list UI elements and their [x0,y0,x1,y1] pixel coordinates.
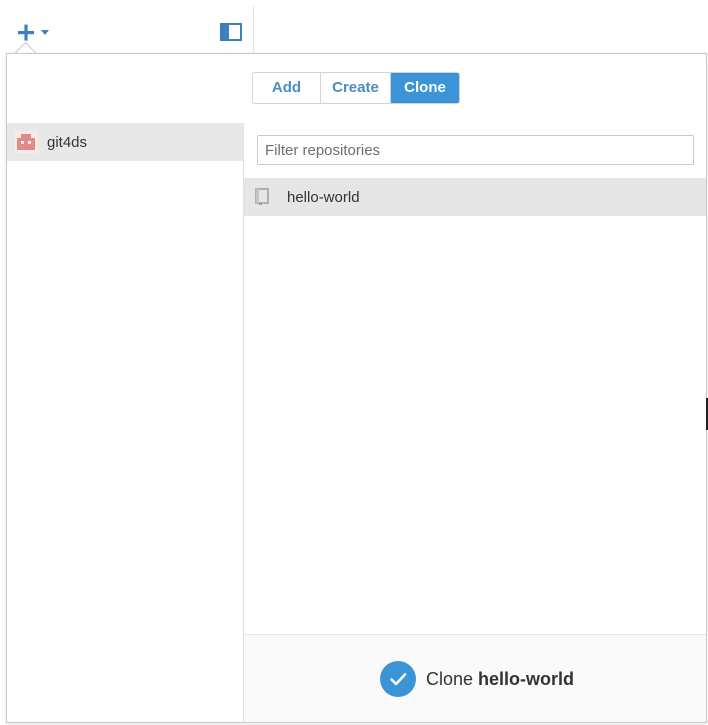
tab-add[interactable]: Add [253,73,321,103]
clone-repo-name: hello-world [478,668,575,689]
identicon-avatar [15,131,37,153]
account-name: git4ds [47,133,88,151]
filter-repositories-input[interactable] [257,135,694,165]
caret-down-icon [41,30,49,35]
clone-label: Clone hello-world [426,669,574,690]
tab-clone[interactable]: Clone [391,73,459,103]
repository-item-hello-world[interactable]: hello-world [244,178,706,216]
check-circle-icon [380,661,416,697]
repository-pane: hello-world Clone hello-world [244,123,706,722]
app-toolbar [0,0,708,53]
repository-name: hello-world [287,188,360,206]
clone-prefix: Clone [426,668,474,689]
mode-tabs: Add Create Clone [252,72,460,104]
clone-repository-popover: Add Create Clone git4ds Filter repositor… [6,53,707,723]
account-item-git4ds[interactable]: git4ds [7,123,243,161]
repository-list: hello-world [244,178,706,216]
toolbar-divider [253,6,254,53]
plus-icon [18,24,49,41]
account-list: git4ds [7,123,244,722]
add-repository-menu-button[interactable] [16,22,52,44]
repo-book-icon [255,188,269,206]
sidebar-toggle-button[interactable] [220,22,242,42]
clone-footer: Clone hello-world [244,634,706,722]
popover-header: Add Create Clone [7,54,706,124]
tab-create[interactable]: Create [321,73,391,103]
clone-button[interactable]: Clone hello-world [380,661,574,697]
sidebar-toggle-icon [220,23,242,41]
